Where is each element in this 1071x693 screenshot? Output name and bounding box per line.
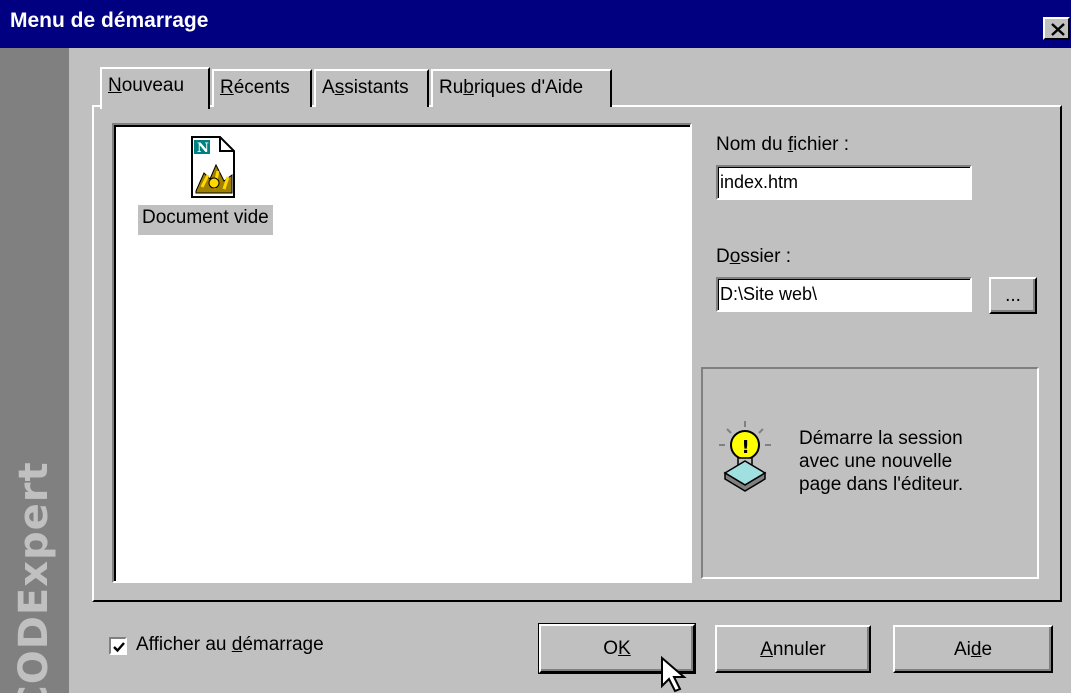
tab-label-key: b: [463, 77, 474, 98]
folder-label: Dossier :: [716, 246, 791, 268]
folder-input[interactable]: D:\Site web\: [716, 277, 972, 312]
tab-label-key: s: [334, 77, 345, 98]
browse-folder-button[interactable]: ...: [989, 277, 1037, 314]
label-post: ichier :: [793, 134, 850, 155]
svg-text:N: N: [197, 141, 209, 156]
label-post: émarrage: [242, 634, 324, 655]
close-icon: [1051, 23, 1065, 36]
checkmark-icon: [113, 642, 125, 653]
label-key: o: [729, 246, 741, 267]
description-text: Démarre la session avec une nouvelle pag…: [799, 427, 1029, 496]
help-button-label: Aide: [895, 639, 1051, 661]
label-pre: Afficher au: [136, 634, 232, 655]
close-button[interactable]: [1043, 17, 1070, 40]
list-item-document-vide[interactable]: N Document vide: [138, 135, 290, 235]
tab-recents[interactable]: Récents: [212, 69, 312, 107]
filename-label: Nom du fichier :: [716, 134, 849, 156]
svg-text:!: !: [742, 437, 750, 458]
label-key: d: [231, 634, 243, 655]
brand-strip: CODExpert: [0, 48, 69, 693]
cancel-button-label: Annuler: [717, 639, 869, 661]
label-pre: Ai: [953, 639, 971, 660]
tab-rubriques-aide[interactable]: Rubriques d'Aide: [431, 69, 612, 107]
label-pre: Nom du: [716, 134, 788, 155]
tab-label-pre: Ru: [439, 77, 464, 98]
window-title: Menu de démarrage: [10, 9, 209, 32]
tab-nouveau[interactable]: Nouveau: [100, 67, 210, 109]
blank-document-icon: N: [191, 136, 235, 198]
description-line: page dans l'éditeur.: [799, 474, 964, 495]
tab-label-post: ouveau: [121, 75, 185, 96]
tab-label-post: écents: [233, 77, 290, 98]
label-key: K: [618, 638, 631, 659]
show-at-startup-label[interactable]: Afficher au démarrage: [136, 634, 324, 656]
description-line: Démarre la session: [799, 428, 963, 449]
brand-logo-text: CODExpert: [11, 461, 57, 693]
filename-input[interactable]: index.htm: [716, 165, 972, 200]
title-bar: Menu de démarrage: [0, 0, 1071, 48]
tab-label-key: R: [220, 77, 234, 98]
tab-label-post: riques d'Aide: [473, 77, 584, 98]
list-item-label: Document vide: [138, 205, 273, 235]
lightbulb-icon: !: [719, 421, 771, 492]
tab-assistants[interactable]: Assistants: [314, 69, 429, 107]
tab-label-key: N: [108, 75, 122, 96]
cancel-button[interactable]: Annuler: [715, 625, 871, 673]
mouse-pointer-icon: [661, 656, 687, 693]
label-key: A: [760, 639, 773, 660]
help-button[interactable]: Aide: [893, 625, 1053, 673]
label-post: e: [981, 639, 993, 660]
tab-label-post: sistants: [344, 77, 409, 98]
browse-button-label: ...: [1005, 285, 1021, 306]
tab-label-pre: A: [322, 77, 335, 98]
label-post: ssier :: [740, 246, 791, 267]
show-at-startup-checkbox[interactable]: [109, 637, 127, 655]
label-pre: O: [603, 638, 619, 659]
label-post: nnuler: [772, 639, 826, 660]
description-line: avec une nouvelle: [799, 451, 953, 472]
description-box: ! Démarre la session avec une nouvelle p…: [701, 367, 1039, 579]
label-key: d: [970, 639, 982, 660]
label-pre: D: [716, 246, 730, 267]
template-list[interactable]: N Document vide: [112, 123, 692, 583]
